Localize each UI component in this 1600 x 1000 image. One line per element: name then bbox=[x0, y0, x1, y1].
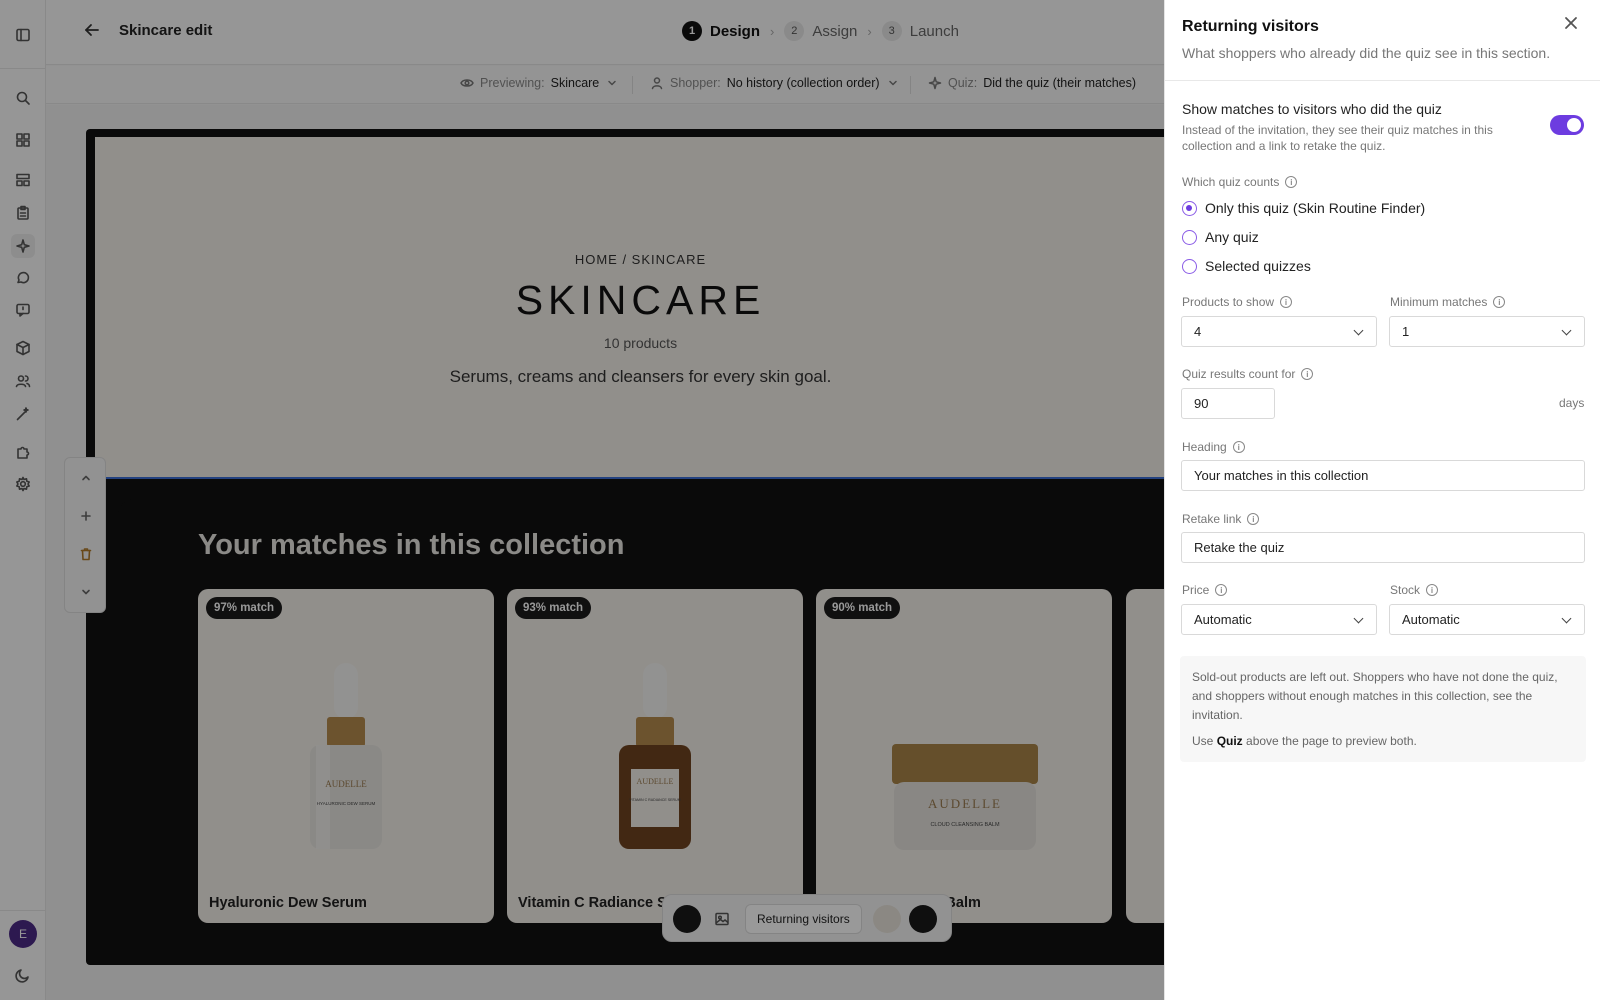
stock-label: Stock i bbox=[1390, 583, 1439, 597]
price-label: Price i bbox=[1182, 583, 1228, 597]
radio-selected-quizzes[interactable]: Selected quizzes bbox=[1182, 258, 1311, 274]
quiz-counts-label: Which quiz counts i bbox=[1182, 175, 1298, 189]
toggle-description: Instead of the invitation, they see thei… bbox=[1182, 123, 1493, 153]
info-icon: i bbox=[1215, 584, 1228, 596]
info-note: Sold-out products are left out. Shoppers… bbox=[1180, 656, 1586, 762]
info-icon: i bbox=[1426, 584, 1439, 596]
results-count-input[interactable]: 90 bbox=[1181, 388, 1275, 419]
modal-backdrop[interactable] bbox=[0, 0, 1164, 1000]
minimum-matches-label: Minimum matches i bbox=[1390, 295, 1506, 309]
radio-any-quiz[interactable]: Any quiz bbox=[1182, 229, 1259, 245]
panel-subtitle: What shoppers who already did the quiz s… bbox=[1182, 45, 1551, 61]
radio-button bbox=[1182, 258, 1197, 274]
radio-only-this-quiz[interactable]: Only this quiz (Skin Routine Finder) bbox=[1182, 200, 1425, 216]
settings-panel: Returning visitors What shoppers who alr… bbox=[1164, 0, 1600, 1000]
radio-button bbox=[1182, 200, 1197, 216]
info-icon: i bbox=[1493, 296, 1506, 308]
info-icon: i bbox=[1247, 513, 1260, 525]
minimum-matches-select[interactable]: 1 bbox=[1389, 316, 1585, 347]
show-matches-toggle[interactable] bbox=[1550, 115, 1584, 135]
info-icon: i bbox=[1232, 441, 1245, 453]
retake-link-input[interactable]: Retake the quiz bbox=[1181, 532, 1585, 563]
toggle-knob bbox=[1567, 118, 1581, 132]
panel-title: Returning visitors bbox=[1182, 18, 1319, 35]
stock-select[interactable]: Automatic bbox=[1389, 604, 1585, 635]
info-icon: i bbox=[1301, 368, 1314, 380]
info-icon: i bbox=[1285, 176, 1298, 188]
days-unit: days bbox=[1559, 396, 1585, 410]
toggle-title: Show matches to visitors who did the qui… bbox=[1182, 101, 1442, 117]
retake-link-label: Retake link i bbox=[1182, 512, 1260, 526]
price-select[interactable]: Automatic bbox=[1181, 604, 1377, 635]
heading-label: Heading i bbox=[1182, 440, 1245, 454]
results-count-label: Quiz results count for i bbox=[1182, 367, 1314, 381]
heading-input[interactable]: Your matches in this collection bbox=[1181, 460, 1585, 491]
close-icon[interactable] bbox=[1564, 16, 1580, 32]
info-icon: i bbox=[1280, 296, 1293, 308]
products-to-show-label: Products to show i bbox=[1182, 295, 1293, 309]
radio-button bbox=[1182, 229, 1197, 245]
products-to-show-select[interactable]: 4 bbox=[1181, 316, 1377, 347]
